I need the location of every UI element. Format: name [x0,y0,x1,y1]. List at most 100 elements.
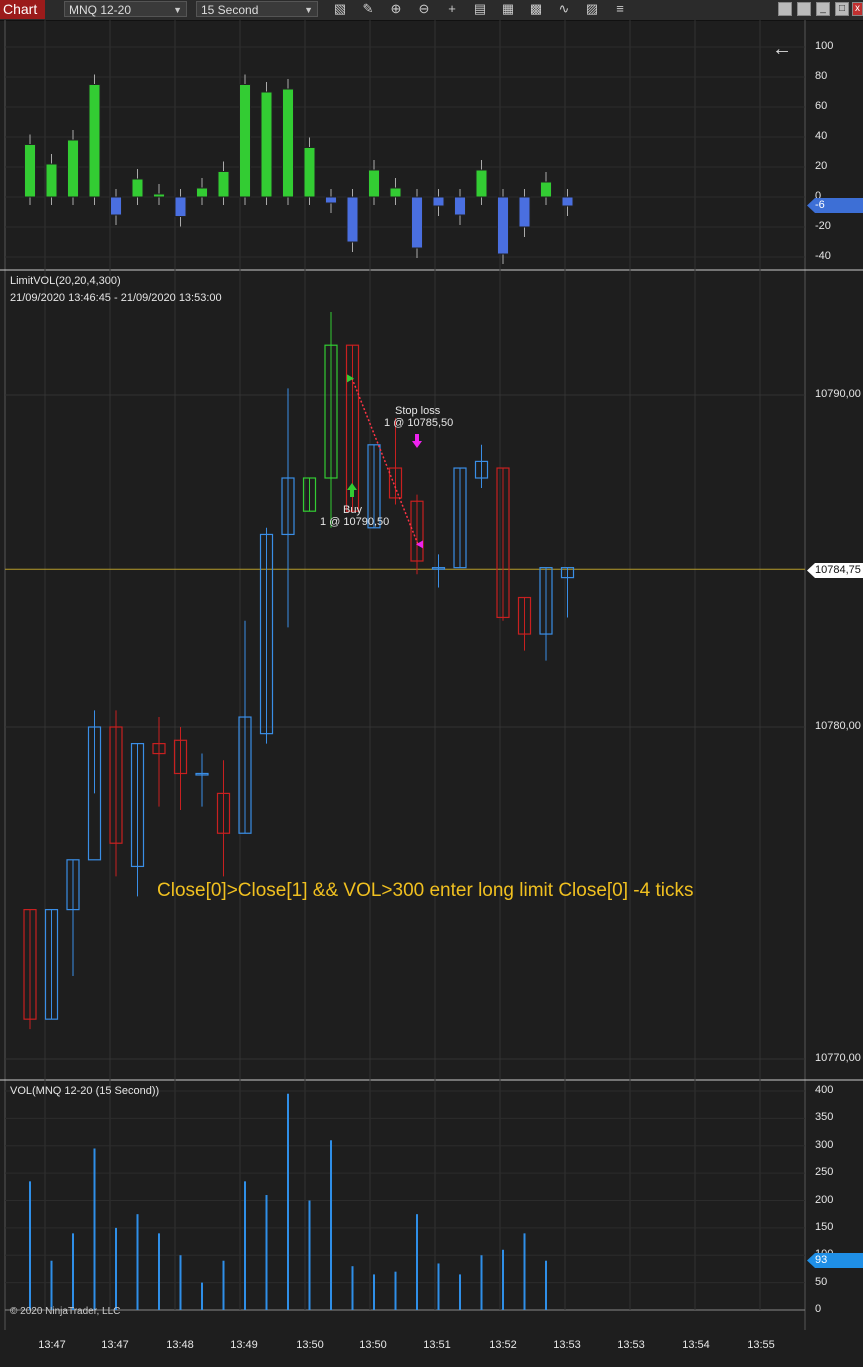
volume-bar [480,1255,483,1310]
top-bar [217,171,230,198]
maximize-icon[interactable]: □ [835,2,849,16]
chevron-down-icon: ▼ [304,5,313,15]
bar-chart-icon[interactable]: ▧ [331,1,349,17]
stop-loss-label: Stop loss [395,405,441,417]
top-bar [45,163,58,198]
time-axis-tick: 13:47 [38,1339,66,1351]
volume-bars [29,1093,547,1310]
zoom-out-icon[interactable]: ⊖ [415,1,433,17]
copyright: © 2020 NinjaTrader, LLC [10,1306,121,1317]
volume-bar [373,1274,375,1310]
time-axis-tick: 13:50 [296,1339,324,1351]
close-icon[interactable]: x [852,2,863,16]
volume-bar [351,1266,354,1310]
top-bar [131,178,144,198]
chart-canvas[interactable] [0,20,863,1367]
minimize-icon[interactable]: _ [816,2,830,16]
zoom-in-icon[interactable]: ⊕ [387,1,405,17]
top-bar [24,144,36,198]
volume-bar [437,1263,440,1310]
volume-axis-tick: 200 [815,1193,834,1206]
chart-grid [0,20,863,1330]
top-bar [368,169,380,198]
volume-bar [72,1233,74,1310]
price-axis-tick: 10780,00 [815,720,861,732]
top-bar [389,187,402,198]
volume-axis-tick: 250 [815,1166,834,1179]
last-price-flag: 10784,75 [807,563,863,578]
volume-bar [265,1195,268,1310]
top-bar [67,139,79,198]
top-bar [346,196,359,243]
back-arrow-icon[interactable]: ← [772,38,792,61]
instrument-value: MNQ 12-20 [69,3,132,17]
volume-bar [115,1227,117,1310]
top-bar [88,84,101,198]
time-axis-tick: 13:54 [682,1339,710,1351]
volume-bar [330,1140,332,1310]
buy-detail: 1 @ 10790,50 [320,516,390,528]
volume-title: VOL(MNQ 12-20 (15 Second)) [10,1085,160,1097]
volume-bar [201,1282,203,1310]
top-panel-bars [24,74,574,264]
top-bar [561,196,574,207]
time-axis-tick: 13:48 [166,1339,194,1351]
top-bar [411,196,423,249]
date-range: 21/09/2020 13:46:45 - 21/09/2020 13:53:0… [10,292,222,304]
volume-bar [158,1233,160,1310]
interval-value: 15 Second [201,3,259,17]
time-axis-tick: 13:47 [101,1339,129,1351]
pencil-icon[interactable]: ✎ [359,1,377,17]
top-bar [110,196,122,216]
indicators-icon[interactable]: ▩ [527,1,545,17]
top-panel-current-value: -6 [807,198,863,213]
top-axis-tick: -40 [815,250,831,262]
volume-bar [287,1093,289,1310]
strategies-icon[interactable]: ∿ [555,1,573,17]
top-bar [174,196,187,217]
top-bar [303,147,316,198]
top-bar [454,196,466,216]
top-bar [260,91,273,198]
time-axis-tick: 13:53 [553,1339,581,1351]
top-bar [432,196,445,207]
instrument-selector[interactable]: MNQ 12-20 ▼ [64,1,187,17]
volume-bar [523,1233,526,1310]
chart-tab[interactable]: Chart [0,0,45,19]
top-bar [518,196,531,228]
data-box-icon[interactable]: ▦ [499,1,517,17]
window-link-icon[interactable] [797,2,811,16]
list-icon[interactable]: ≡ [611,1,629,17]
top-bar [282,88,294,198]
volume-bar [545,1260,547,1310]
top-bar [325,196,337,204]
top-axis-tick: 20 [815,160,828,172]
top-axis-tick: 40 [815,130,828,142]
time-axis-tick: 13:55 [747,1339,775,1351]
volume-bar [50,1260,53,1310]
volume-bar [394,1271,397,1310]
volume-axis-tick: 50 [815,1275,828,1288]
volume-bar [179,1255,182,1310]
volume-bar [136,1214,139,1310]
volume-bar [416,1214,418,1310]
properties-icon[interactable]: ▤ [471,1,489,17]
volume-axis-tick: 0 [815,1303,822,1315]
strategy-annotation: Close[0]>Close[1] && VOL>300 enter long … [157,880,694,901]
volume-bar [308,1200,311,1310]
time-axis-tick: 13:52 [489,1339,517,1351]
window-tile-icon[interactable] [778,2,792,16]
volume-current-value: 93 [807,1253,863,1268]
volume-bar [244,1181,246,1310]
stop-loss-detail: 1 @ 10785,50 [384,417,454,429]
price-axis-tick: 10790,00 [815,388,861,400]
volume-axis-tick: 400 [815,1084,834,1096]
interval-selector[interactable]: 15 Second ▼ [196,1,318,17]
attach-icon[interactable]: ▨ [583,1,601,17]
stop-arrow-icon [412,434,422,448]
crosshair-icon[interactable]: + [443,1,461,17]
price-candles [23,312,575,1030]
time-axis-tick: 13:49 [230,1339,258,1351]
time-axis-tick: 13:50 [359,1339,387,1351]
top-bar [196,187,208,198]
